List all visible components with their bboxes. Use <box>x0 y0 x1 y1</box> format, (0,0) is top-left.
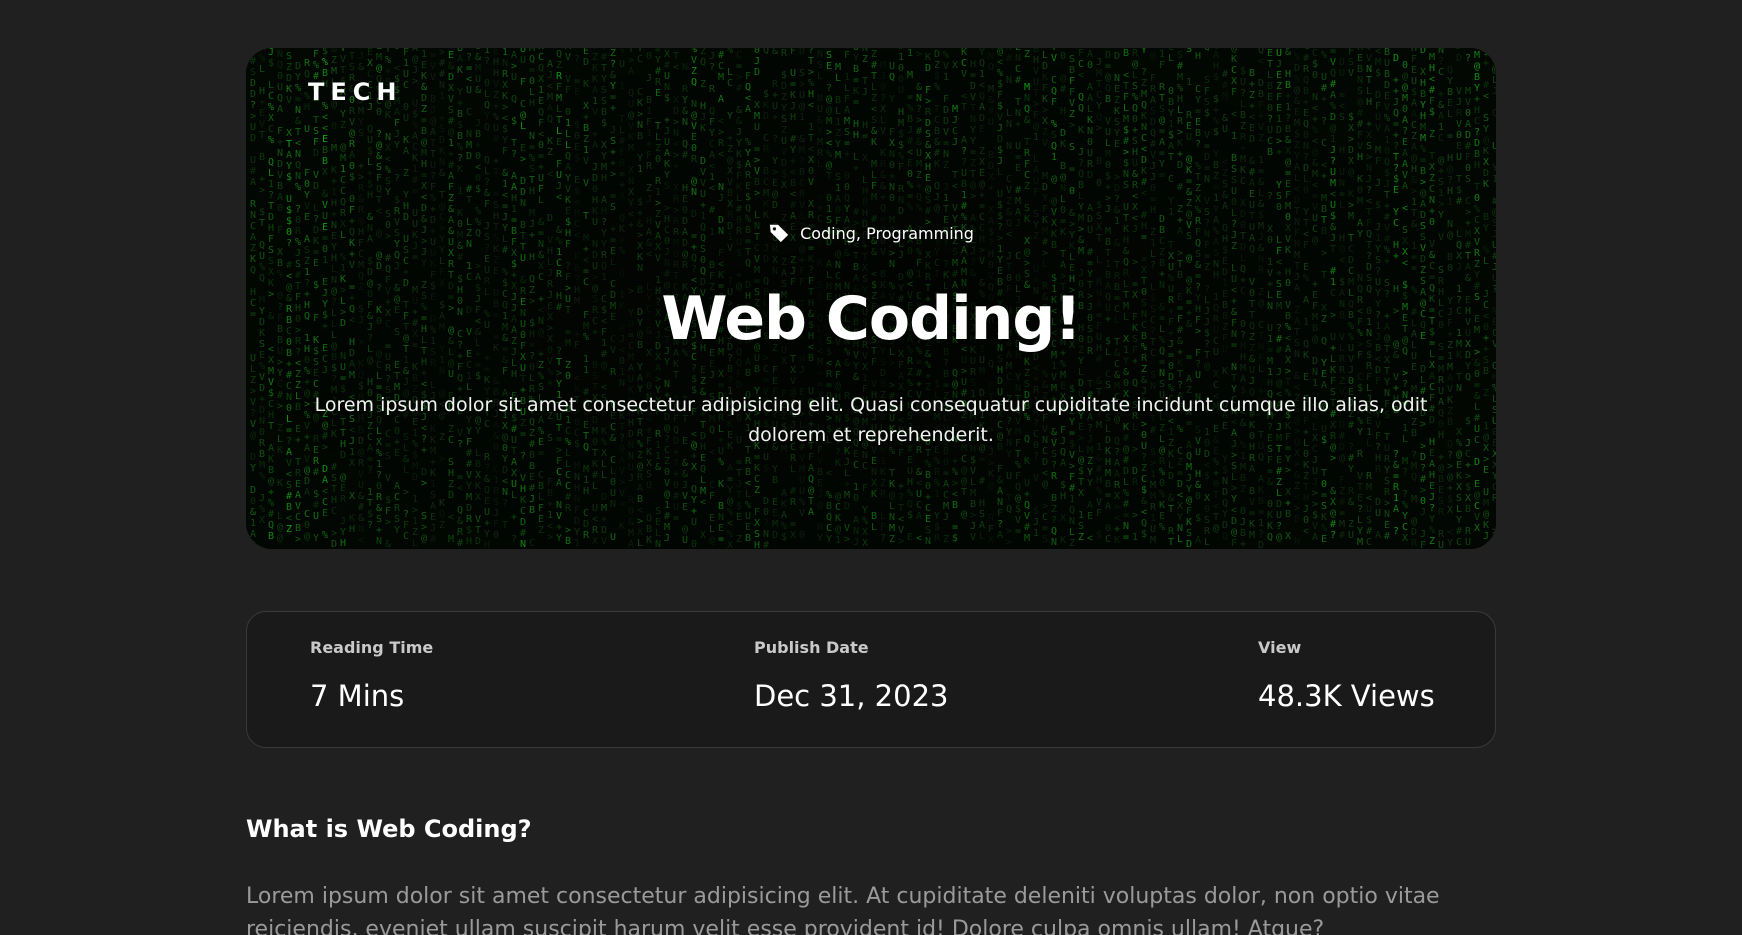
article-heading: What is Web Coding? <box>246 815 532 843</box>
post-description: Lorem ipsum dolor sit amet consectetur a… <box>296 390 1446 450</box>
tags-text[interactable]: Coding, Programming <box>800 224 974 243</box>
article-body-text: Lorem ipsum dolor sit amet consectetur a… <box>246 880 1496 935</box>
post-stats-card: Reading Time 7 Mins Publish Date Dec 31,… <box>246 611 1496 748</box>
publish-date-stat: Publish Date Dec 31, 2023 <box>754 638 948 713</box>
article-page: SV#SDD?>UDU#ARNCAZKQHC=ULZ>V?V@DYD0&1AJA… <box>0 0 1742 935</box>
reading-time-stat: Reading Time 7 Mins <box>310 638 433 713</box>
tag-icon <box>769 224 789 243</box>
views-value: 48.3K Views <box>1258 679 1435 713</box>
hero-banner: SV#SDD?>UDU#ARNCAZKQHC=ULZ>V?V@DYD0&1AJA… <box>246 48 1496 549</box>
views-label: View <box>1258 638 1435 657</box>
reading-time-value: 7 Mins <box>310 679 433 713</box>
brand-logo[interactable]: TECH <box>308 78 402 106</box>
publish-date-label: Publish Date <box>754 638 948 657</box>
post-tags: Coding, Programming <box>246 222 1496 244</box>
publish-date-value: Dec 31, 2023 <box>754 679 948 713</box>
reading-time-label: Reading Time <box>310 638 433 657</box>
views-stat: View 48.3K Views <box>1258 638 1435 713</box>
post-title: Web Coding! <box>246 284 1496 354</box>
